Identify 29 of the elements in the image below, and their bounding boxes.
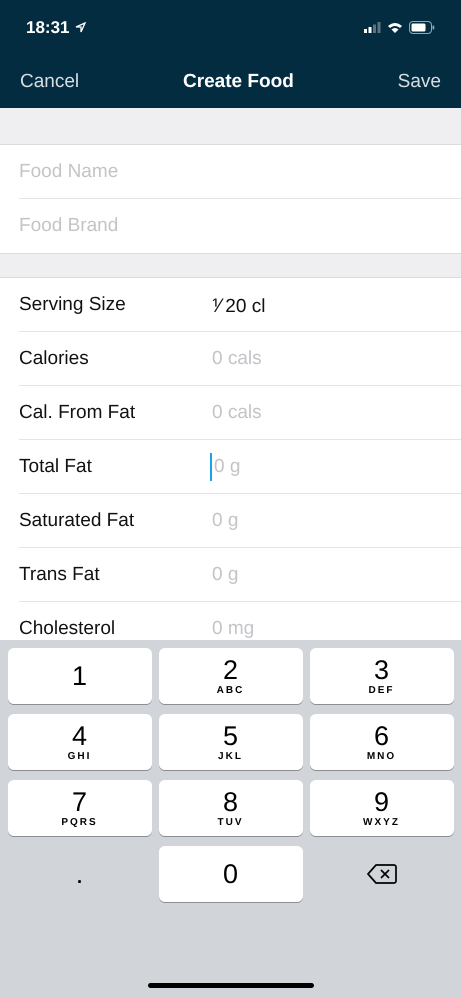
key[interactable]: 8 TUV xyxy=(158,780,302,836)
nutrient-label: Cholesterol xyxy=(19,618,116,640)
nutrient-label: Total Fat xyxy=(19,456,93,478)
save-button[interactable]: Save xyxy=(398,70,441,92)
location-icon xyxy=(75,22,86,33)
key[interactable]: 0 xyxy=(158,846,302,902)
screen-title: Create Food xyxy=(182,70,294,92)
nutrient-label: Cal. From Fat xyxy=(19,402,136,424)
nutrient-label: Serving Size xyxy=(19,294,127,316)
key[interactable]: 3 DEF xyxy=(310,648,454,704)
key[interactable]: 6 MNO xyxy=(310,714,454,770)
backspace-icon xyxy=(366,863,396,885)
key[interactable]: 9 WXYZ xyxy=(310,780,454,836)
nutrient-label: Trans Fat xyxy=(19,564,101,586)
decimal-key[interactable]: . xyxy=(8,846,152,902)
text-field[interactable]: Food Name xyxy=(0,145,461,199)
text-field[interactable]: Food Brand xyxy=(0,199,461,253)
battery-icon xyxy=(409,21,435,34)
key[interactable]: 4 GHI xyxy=(8,714,152,770)
status-time: 18:31 xyxy=(26,18,70,38)
key[interactable]: 1 xyxy=(8,648,152,704)
nutrient-label: Saturated Fat xyxy=(19,510,136,532)
cancel-button[interactable]: Cancel xyxy=(20,70,80,92)
key[interactable]: 2 ABC xyxy=(158,648,302,704)
wifi-icon xyxy=(387,22,403,34)
key[interactable]: 7 PQRS xyxy=(8,780,152,836)
signal-icon xyxy=(364,22,381,33)
nutrient-label: Calories xyxy=(19,348,90,370)
key[interactable]: 5 JKL xyxy=(158,714,302,770)
